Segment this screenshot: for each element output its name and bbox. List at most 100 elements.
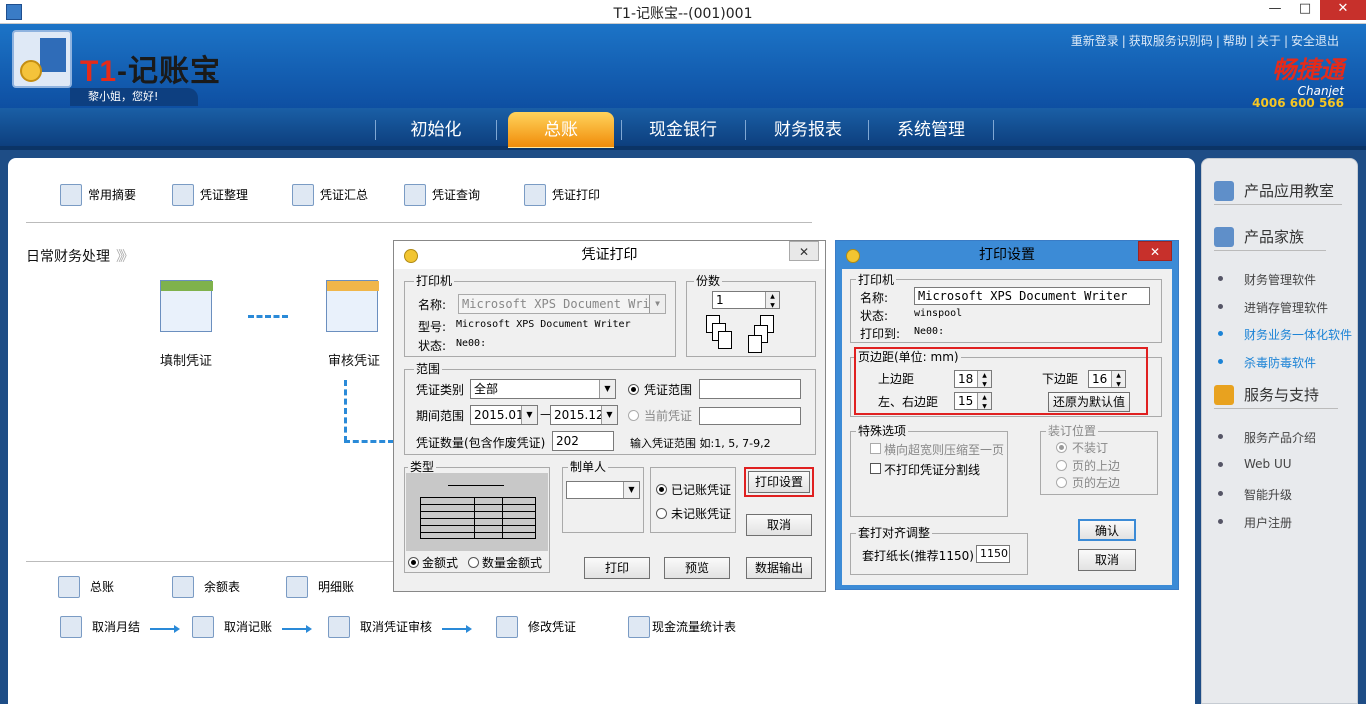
bind-top-label: 页的上边 (1072, 459, 1121, 473)
sidebar-item-finance-software[interactable]: 财务管理软件 (1218, 271, 1316, 288)
settings-name-field: Microsoft XPS Document Writer (914, 287, 1150, 305)
posted-voucher-radio[interactable] (656, 484, 667, 495)
daily-section-title: 日常财务处理 》》 (26, 249, 134, 265)
voucher-range-input[interactable] (699, 379, 801, 399)
sidebar-section-classroom[interactable]: 产品应用教室 (1214, 179, 1342, 205)
sidebar-item-inventory-software[interactable]: 进销存管理软件 (1218, 299, 1328, 316)
period-to-select[interactable]: 2015.12 ▼ (550, 405, 618, 425)
current-voucher-label: 当前凭证 (644, 409, 693, 423)
review-voucher-icon[interactable] (324, 276, 384, 336)
dialog-close-button[interactable]: ✕ (789, 241, 819, 261)
voucher-range-label: 凭证范围 (644, 383, 693, 397)
voucher-range-radio[interactable] (628, 384, 639, 395)
alignment-group-label: 套打对齐调整 (856, 526, 933, 540)
nav-init[interactable]: 初始化 (380, 112, 492, 148)
voucher-type-select[interactable]: 全部 ▼ (470, 379, 616, 399)
top-links: 重新登录 | 获取服务识别码 | 帮助 | 关于 | 安全退出 (1070, 34, 1339, 48)
period-range-label: 期间范围 (416, 409, 465, 423)
no-split-line-checkbox[interactable] (870, 463, 881, 474)
sidebar-item-smart-upgrade[interactable]: 智能升级 (1218, 486, 1292, 503)
tool-balance-sheet[interactable]: 余额表 (172, 576, 240, 600)
sidebar-item-register[interactable]: 用户注册 (1218, 514, 1292, 531)
preview-button[interactable]: 预览 (664, 557, 730, 579)
tool-voucher-query[interactable]: 凭证查询 (402, 184, 480, 210)
copies-input[interactable]: 1 ▲ ▼ (712, 291, 780, 309)
tool-cancel-review[interactable]: 取消凭证审核 (328, 616, 432, 640)
period-from-select[interactable]: 2015.01 ▼ (470, 405, 538, 425)
voucher-layout-preview-icon (406, 473, 548, 551)
type-qty-amount-label: 数量金额式 (482, 556, 543, 570)
settings-printer-label: 打印机 (856, 273, 897, 287)
printer-name-select[interactable]: Microsoft XPS Document Writer ▼ (458, 294, 666, 314)
support-icon (1214, 385, 1234, 405)
bind-top-radio[interactable] (1056, 460, 1067, 471)
tool-general-ledger[interactable]: 总账 (58, 576, 114, 600)
close-button[interactable]: ✕ (1320, 0, 1366, 20)
special-options-label: 特殊选项 (856, 424, 909, 438)
tool-detail-ledger[interactable]: 明细账 (286, 576, 354, 600)
confirm-button[interactable]: 确认 (1078, 519, 1136, 541)
main-nav: 初始化 总账 现金银行 财务报表 系统管理 (0, 108, 1366, 150)
classroom-icon (1214, 181, 1234, 201)
tool-cancel-month-close[interactable]: 取消月结 (60, 616, 140, 640)
bind-none-radio[interactable] (1056, 442, 1067, 453)
about-link[interactable]: 关于 (1257, 34, 1281, 48)
sidebar-item-antivirus-software[interactable]: 杀毒防毒软件 (1218, 354, 1316, 371)
voucher-cancel-button[interactable]: 取消 (746, 514, 812, 536)
bind-left-label: 页的左边 (1072, 476, 1121, 490)
voucher-count-input[interactable]: 202 (552, 431, 614, 451)
type-qty-amount-radio[interactable] (468, 557, 479, 568)
flow-arrow (442, 625, 472, 633)
logout-link[interactable]: 安全退出 (1291, 34, 1339, 48)
review-voucher-label[interactable]: 审核凭证 (328, 350, 380, 369)
maker-select[interactable]: ▼ (566, 481, 640, 499)
minimize-button[interactable]: — (1260, 0, 1290, 20)
range-hint: 输入凭证范围 如:1, 5, 7-9,2 (630, 437, 771, 450)
tool-common-summary[interactable]: 常用摘要 (58, 184, 136, 210)
maximize-button[interactable]: □ (1290, 0, 1320, 20)
voucher-summary-icon (292, 184, 314, 206)
settings-cancel-button[interactable]: 取消 (1078, 549, 1136, 571)
nav-system-admin[interactable]: 系统管理 (872, 112, 990, 148)
shrink-to-page-label: 横向超宽则压缩至一页 (884, 443, 1005, 457)
highlight-box (744, 467, 814, 497)
export-button[interactable]: 数据输出 (746, 557, 812, 579)
sidebar-item-web-uu[interactable]: Web UU (1218, 457, 1292, 471)
type-amount-radio[interactable] (408, 557, 419, 568)
sidebar-section-support[interactable]: 服务与支持 (1214, 383, 1338, 409)
tool-cancel-posting[interactable]: 取消记账 (192, 616, 272, 640)
service-code-link[interactable]: 获取服务识别码 (1129, 34, 1213, 48)
sidebar-item-service-intro[interactable]: 服务产品介绍 (1218, 429, 1316, 446)
query-icon (404, 184, 426, 206)
tool-voucher-summary[interactable]: 凭证汇总 (290, 184, 368, 210)
settings-name-label: 名称: (860, 291, 889, 305)
bind-left-radio[interactable] (1056, 477, 1067, 488)
print-button[interactable]: 打印 (584, 557, 650, 579)
bind-none-label: 不装订 (1072, 441, 1109, 455)
printer-status-label: 状态: (418, 339, 447, 353)
tool-voucher-print[interactable]: 凭证打印 (522, 184, 600, 210)
current-voucher-input[interactable] (699, 407, 801, 425)
shrink-to-page-checkbox[interactable] (870, 443, 881, 454)
paper-length-input[interactable]: 1150 (976, 545, 1010, 563)
dialog-close-button[interactable]: ✕ (1138, 241, 1172, 261)
nav-financial-reports[interactable]: 财务报表 (752, 112, 864, 148)
flow-arrow (248, 315, 288, 318)
no-split-line-label: 不打印凭证分割线 (884, 463, 981, 477)
sidebar-section-family[interactable]: 产品家族 (1214, 225, 1326, 251)
unposted-voucher-radio[interactable] (656, 508, 667, 519)
tool-voucher-organize[interactable]: 凭证整理 (170, 184, 248, 210)
sidebar-item-integrated-software[interactable]: 财务业务一体化软件 (1218, 326, 1352, 343)
binding-group-label: 装订位置 (1046, 424, 1099, 438)
relogin-link[interactable]: 重新登录 (1071, 34, 1119, 48)
fill-voucher-icon[interactable] (158, 276, 218, 336)
tool-modify-voucher[interactable]: 修改凭证 (496, 616, 576, 640)
nav-cash-bank[interactable]: 现金银行 (628, 112, 738, 148)
nav-general-ledger[interactable]: 总账 (508, 112, 614, 148)
current-voucher-radio[interactable] (628, 410, 639, 421)
tool-cash-flow[interactable]: 现金流量统计表 (628, 616, 736, 640)
fill-voucher-label[interactable]: 填制凭证 (160, 350, 212, 369)
posted-group (650, 467, 736, 533)
app-header: T1-记账宝 黎小姐，您好! 重新登录 | 获取服务识别码 | 帮助 | 关于 | 安全退出 畅… (0, 24, 1366, 109)
help-link[interactable]: 帮助 (1223, 34, 1247, 48)
